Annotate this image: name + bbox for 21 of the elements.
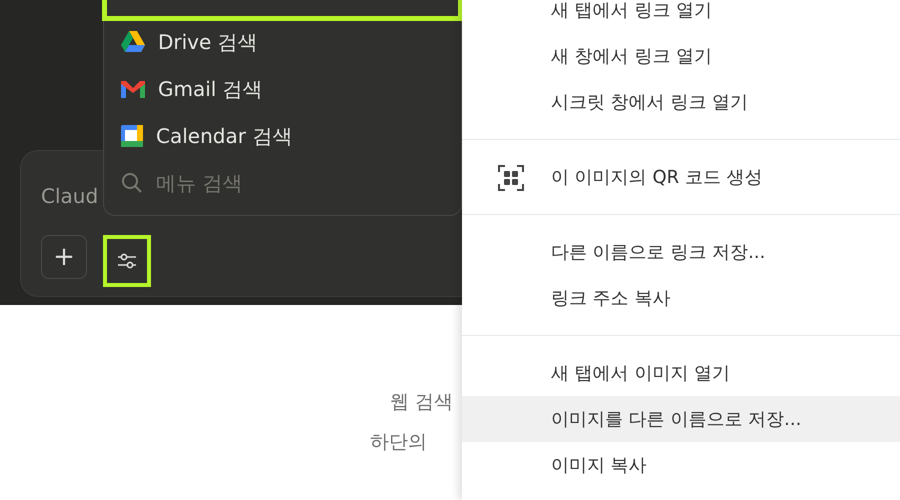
page-text: 하단의 xyxy=(370,430,427,455)
menu-item[interactable]: Calendar 검색 xyxy=(156,120,292,150)
context-menu-item[interactable]: 이미지를 다른 이름으로 저장... xyxy=(462,396,900,442)
sliders-icon xyxy=(116,251,138,271)
envelope-m-icon xyxy=(120,78,146,98)
menu-item[interactable]: Drive 검색 xyxy=(158,26,258,56)
input-placeholder: Claud xyxy=(41,183,98,210)
menu-item[interactable]: Gmail 검색 xyxy=(158,74,263,104)
menu-search-field[interactable]: 메뉴 검색 xyxy=(156,168,356,198)
add-button[interactable]: + xyxy=(41,235,87,279)
context-menu-item[interactable]: 새 창에서 링크 열기 xyxy=(462,33,900,79)
qr-code-icon xyxy=(498,165,524,191)
search-icon xyxy=(120,170,144,194)
context-menu-item[interactable]: 새 탭에서 링크 열기 xyxy=(462,0,900,33)
calendar-icon xyxy=(120,124,144,148)
tools-button[interactable] xyxy=(103,235,151,287)
drive-icon xyxy=(120,30,146,54)
context-menu-item[interactable]: 이미지 복사 xyxy=(462,442,900,488)
context-menu-item[interactable]: 새 탭에서 이미지 열기 xyxy=(462,350,900,396)
page-text: 웹 검색 xyxy=(390,390,454,415)
context-menu-item[interactable]: 시크릿 창에서 링크 열기 xyxy=(462,79,900,125)
